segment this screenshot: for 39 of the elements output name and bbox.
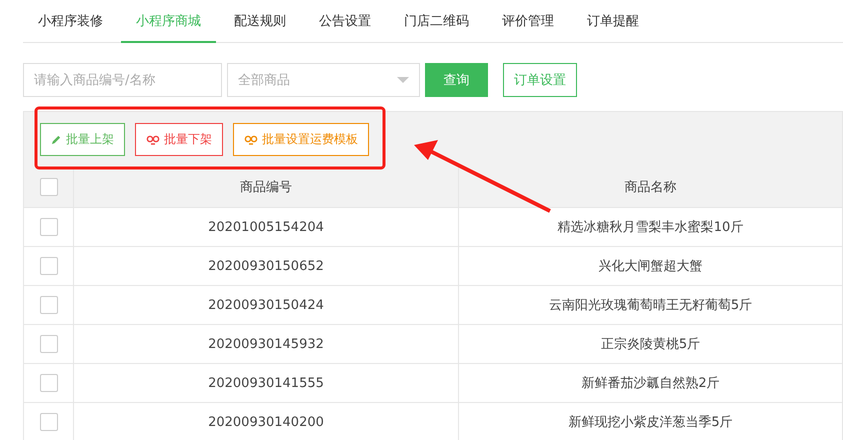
table-cell: 20200930145932	[74, 325, 459, 363]
table-cell: 新鲜番茄沙瓤自然熟2斤	[459, 364, 843, 402]
table-cell: 精选冰糖秋月雪梨丰水蜜梨10斤	[459, 208, 843, 246]
tab[interactable]: 小程序装修	[23, 0, 118, 43]
column-header: 商品编号	[74, 167, 459, 207]
column-header: 商品名称	[459, 167, 843, 207]
table-cell: 云南阳光玫瑰葡萄晴王无籽葡萄5斤	[459, 286, 843, 324]
row-checkbox[interactable]	[40, 413, 58, 431]
table-cell: 20201005154204	[74, 208, 459, 246]
query-button[interactable]: 查询	[425, 63, 488, 97]
batch-button[interactable]: 批量下架	[135, 123, 223, 156]
tab[interactable]: 公告设置	[304, 0, 386, 43]
product-filter-dropdown[interactable]: 全部商品	[227, 63, 420, 97]
link-icon	[146, 134, 160, 144]
table-cell: 正宗炎陵黄桃5斤	[459, 325, 843, 363]
table-cell: 20200930150424	[74, 286, 459, 324]
pencil-icon	[51, 134, 62, 145]
caret-icon	[397, 77, 409, 83]
batch-button[interactable]: 批量上架	[40, 123, 125, 156]
tab[interactable]: 门店二维码	[389, 0, 484, 43]
row-checkbox[interactable]	[40, 257, 58, 275]
link-icon	[244, 134, 258, 144]
row-checkbox[interactable]	[40, 374, 58, 392]
order-settings-button[interactable]: 订单设置	[503, 63, 577, 97]
tab[interactable]: 小程序商城	[121, 0, 216, 43]
tab[interactable]: 订单提醒	[572, 0, 654, 43]
select-all-checkbox[interactable]	[40, 178, 58, 196]
tab[interactable]: 配送规则	[219, 0, 301, 43]
table-cell: 20200930140200	[74, 403, 459, 440]
row-checkbox[interactable]	[40, 218, 58, 236]
row-checkbox[interactable]	[40, 296, 58, 314]
batch-button[interactable]: 批量设置运费模板	[233, 123, 369, 156]
table-cell: 20200930150652	[74, 247, 459, 285]
table-cell: 新鲜现挖小紫皮洋葱当季5斤	[459, 403, 843, 440]
table-cell: 20200930141555	[74, 364, 459, 402]
row-checkbox[interactable]	[40, 335, 58, 353]
table-cell: 兴化大闸蟹超大蟹	[459, 247, 843, 285]
tab[interactable]: 评价管理	[487, 0, 569, 43]
search-field[interactable]: 请输入商品编号/名称	[23, 63, 222, 97]
